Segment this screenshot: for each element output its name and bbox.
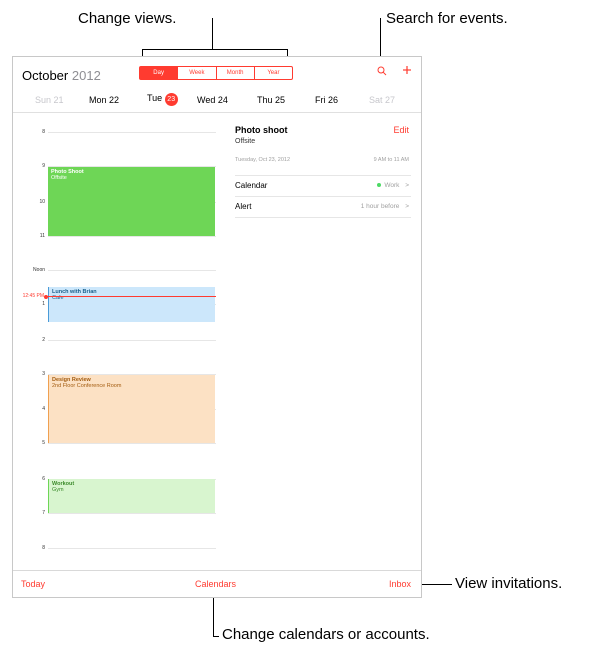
hour-label: 8 [42, 545, 45, 551]
hour-line [48, 340, 216, 341]
event-location: Offsite [51, 175, 67, 181]
hour-label: 3 [42, 371, 45, 377]
callout-view-invitations: View invitations. [455, 575, 563, 592]
event-workout[interactable]: Workout Gym [48, 479, 215, 513]
calendars-button[interactable]: Calendars [195, 579, 236, 589]
event-photo-shoot[interactable]: Photo Shoot Offsite [48, 167, 215, 236]
hour-label: 4 [42, 406, 45, 412]
day-thu[interactable]: Thu 25 [257, 95, 285, 105]
alert-row[interactable]: Alert 1 hour before > [235, 196, 411, 218]
hour-label: 2 [42, 337, 45, 343]
plus-icon[interactable] [402, 64, 412, 78]
callout-change-views: Change views. [78, 10, 177, 27]
hour-line [48, 132, 216, 133]
header-separator [13, 112, 421, 113]
calendar-row-label: Calendar [235, 181, 268, 190]
callout-line-views [212, 18, 213, 49]
hour-label: 8 [42, 129, 45, 135]
callout-search-events: Search for events. [386, 10, 508, 27]
hour-label: 11 [39, 233, 45, 239]
event-design-review[interactable]: Design Review 2nd Floor Conference Room [48, 375, 215, 443]
hour-line [48, 270, 216, 271]
tab-week[interactable]: Week [177, 67, 215, 79]
search-icon[interactable] [377, 65, 387, 79]
hour-line [48, 548, 216, 549]
event-lunch[interactable]: Lunch with Brian Cafe [48, 287, 215, 322]
detail-datetime: Tuesday, Oct 23, 2012 9 AM to 11 AM [235, 157, 411, 167]
calendar-screen: October 2012 Day Week Month Year Sun 21 … [12, 56, 422, 598]
callout-line-calendars-h [213, 636, 219, 637]
bottom-toolbar: Today Calendars Inbox [13, 570, 421, 597]
today-button[interactable]: Today [21, 579, 45, 589]
event-location: 2nd Floor Conference Room [52, 383, 122, 389]
week-strip: Sun 21 Mon 22 Tue 23 Wed 24 Thu 25 Fri 2… [13, 90, 421, 112]
today-badge: 23 [164, 93, 178, 106]
hour-line [48, 513, 216, 514]
calendar-row-value: Work > [377, 176, 409, 196]
callout-line-calendars [213, 596, 214, 636]
day-tue[interactable]: Tue 23 [147, 93, 178, 106]
detail-title: Photo shoot [235, 125, 288, 135]
calendar-color-dot [377, 183, 382, 188]
detail-date: Tuesday, Oct 23, 2012 [235, 157, 291, 163]
hour-line [48, 443, 216, 444]
hour-label: 7 [42, 510, 45, 516]
calendar-row[interactable]: Calendar Work > [235, 175, 411, 196]
callout-change-calendars: Change calendars or accounts. [222, 626, 430, 643]
chevron-right-icon: > [405, 203, 409, 210]
hour-label: Noon [33, 267, 45, 273]
callout-bracket-views [142, 49, 288, 50]
current-time-label: 12:45 PM [22, 293, 44, 299]
event-detail-panel: Photo shoot Edit Offsite Tuesday, Oct 23… [235, 125, 411, 218]
day-sun[interactable]: Sun 21 [35, 95, 64, 105]
tab-year[interactable]: Year [253, 67, 292, 79]
day-wed[interactable]: Wed 24 [197, 95, 228, 105]
chevron-right-icon: > [405, 182, 409, 189]
hour-label: 1 [42, 301, 45, 307]
month-name: October [22, 68, 69, 83]
view-segmented-control: Day Week Month Year [139, 66, 293, 80]
alert-value: 1 hour before [360, 203, 400, 210]
inbox-button[interactable]: Inbox [389, 579, 411, 589]
event-location: Gym [52, 487, 64, 493]
alert-row-value: 1 hour before > [361, 197, 409, 217]
edit-button[interactable]: Edit [393, 125, 409, 135]
current-time-line [46, 296, 216, 297]
hour-label: 10 [39, 199, 45, 205]
hour-label: 5 [42, 440, 45, 446]
hour-label: 6 [42, 476, 45, 482]
hour-label: 9 [42, 163, 45, 169]
year-name: 2012 [71, 68, 101, 83]
month-title: October 2012 [22, 68, 101, 83]
detail-time: 9 AM to 11 AM [373, 157, 409, 163]
callout-line-search [380, 18, 381, 60]
tab-month[interactable]: Month [215, 67, 254, 79]
tab-day[interactable]: Day [140, 67, 178, 79]
day-fri[interactable]: Fri 26 [315, 95, 338, 105]
calendar-name: Work [384, 182, 400, 189]
hour-line [48, 236, 216, 237]
day-mon[interactable]: Mon 22 [89, 95, 119, 105]
day-sat[interactable]: Sat 27 [369, 95, 395, 105]
alert-row-label: Alert [235, 202, 252, 211]
detail-location: Offsite [235, 138, 256, 145]
day-tue-label: Tue [147, 93, 163, 103]
